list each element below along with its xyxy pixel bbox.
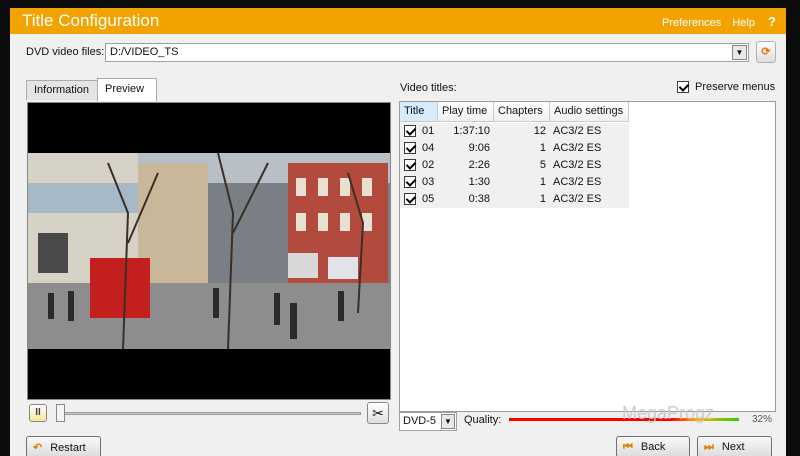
table-row[interactable]: 03 1:30 1 AC3/2 ES xyxy=(400,174,629,191)
player-controls: II ✂ xyxy=(27,402,391,424)
title-checkbox[interactable] xyxy=(404,176,416,188)
cell-audio: AC3/2 ES xyxy=(553,125,602,137)
help-link[interactable]: Help xyxy=(732,17,755,29)
title-checkbox[interactable] xyxy=(404,125,416,137)
column-header-play-time[interactable]: Play time xyxy=(438,102,494,122)
title-configuration-window: Title Configuration Preferences Help ? D… xyxy=(10,8,786,456)
back-button[interactable]: ⏮ Back xyxy=(616,436,690,456)
table-row[interactable]: 05 0:38 1 AC3/2 ES xyxy=(400,191,629,208)
table-row[interactable]: 01 1:37:10 12 AC3/2 ES xyxy=(400,123,629,140)
cell-chapters: 1 xyxy=(539,142,546,154)
cell-title: 05 xyxy=(422,193,435,205)
cell-audio: AC3/2 ES xyxy=(553,159,602,171)
cell-audio: AC3/2 ES xyxy=(553,193,602,205)
scissors-icon[interactable]: ✂ xyxy=(367,402,389,424)
tab-information[interactable]: Information xyxy=(26,80,98,100)
cell-audio: AC3/2 ES xyxy=(553,142,602,154)
preserve-menus-checkbox[interactable]: Preserve menus xyxy=(677,81,776,94)
table-row[interactable]: 02 2:26 5 AC3/2 ES xyxy=(400,157,629,174)
preserve-menus-label: Preserve menus xyxy=(695,81,776,93)
column-header-chapters[interactable]: Chapters xyxy=(494,102,550,122)
pause-icon[interactable]: II xyxy=(29,404,47,422)
chevron-down-icon[interactable]: ▼ xyxy=(732,45,747,60)
dvd-files-value: D:/VIDEO_TS xyxy=(110,46,179,58)
cell-play-time: 9:06 xyxy=(468,142,490,154)
dvd-files-combobox[interactable]: D:/VIDEO_TS ▼ xyxy=(105,43,749,62)
title-checkbox[interactable] xyxy=(404,142,416,154)
tab-preview[interactable]: Preview xyxy=(97,78,157,101)
preview-frame-image xyxy=(28,153,390,349)
seek-slider[interactable] xyxy=(57,412,361,415)
title-checkbox[interactable] xyxy=(404,159,416,171)
back-label: Back xyxy=(640,441,666,453)
seek-slider-handle[interactable] xyxy=(56,404,65,422)
dvd-files-label: DVD video files: xyxy=(26,46,105,58)
cell-play-time: 0:38 xyxy=(468,193,490,205)
video-titles-label: Video titles: xyxy=(400,82,457,94)
restart-label: Restart xyxy=(50,442,86,454)
column-header-title[interactable]: Title xyxy=(400,102,438,122)
watermark-logo: MegaProgz xyxy=(622,403,715,423)
window-title: Title Configuration xyxy=(22,11,160,30)
fast-forward-icon: ⏭ xyxy=(704,441,714,453)
cell-play-time: 1:37:10 xyxy=(453,125,490,137)
dvd-type-select[interactable]: DVD-5 ▼ xyxy=(399,412,457,431)
cell-chapters: 12 xyxy=(533,125,546,137)
title-checkbox[interactable] xyxy=(404,193,416,205)
header-menu: Preferences Help ? xyxy=(654,14,776,29)
column-header-audio[interactable]: Audio settings xyxy=(550,102,629,122)
table-row[interactable]: 04 9:06 1 AC3/2 ES xyxy=(400,140,629,157)
preserve-menus-check[interactable] xyxy=(677,81,689,94)
dvd-files-row: DVD video files: D:/VIDEO_TS ▼ ⟳ xyxy=(10,41,786,64)
cell-title: 03 xyxy=(422,176,435,188)
cell-title: 01 xyxy=(422,125,435,137)
restart-button[interactable]: ↶ Restart xyxy=(26,436,101,456)
question-icon[interactable]: ? xyxy=(768,14,776,29)
refresh-icon[interactable]: ⟳ xyxy=(756,41,776,63)
title-bar: Title Configuration Preferences Help ? xyxy=(10,8,786,34)
rewind-icon: ⏮ xyxy=(623,441,633,453)
cell-chapters: 1 xyxy=(539,193,546,205)
cell-title: 04 xyxy=(422,142,435,154)
preferences-link[interactable]: Preferences xyxy=(662,17,721,29)
quality-percent: 32% xyxy=(752,414,773,425)
dvd-type-value: DVD-5 xyxy=(403,415,437,427)
next-button[interactable]: ⏭ Next xyxy=(697,436,772,456)
quality-label: Quality: xyxy=(464,414,502,426)
cell-chapters: 1 xyxy=(539,176,546,188)
video-preview xyxy=(27,102,391,400)
next-label: Next xyxy=(721,441,745,453)
cell-audio: AC3/2 ES xyxy=(553,176,602,188)
chevron-down-icon[interactable]: ▼ xyxy=(441,414,455,429)
cell-title: 02 xyxy=(422,159,435,171)
video-titles-table: Title Play time Chapters Audio settings … xyxy=(399,101,776,412)
cell-play-time: 1:30 xyxy=(468,176,490,188)
cell-play-time: 2:26 xyxy=(468,159,490,171)
cell-chapters: 5 xyxy=(539,159,546,171)
undo-icon: ↶ xyxy=(33,442,43,454)
